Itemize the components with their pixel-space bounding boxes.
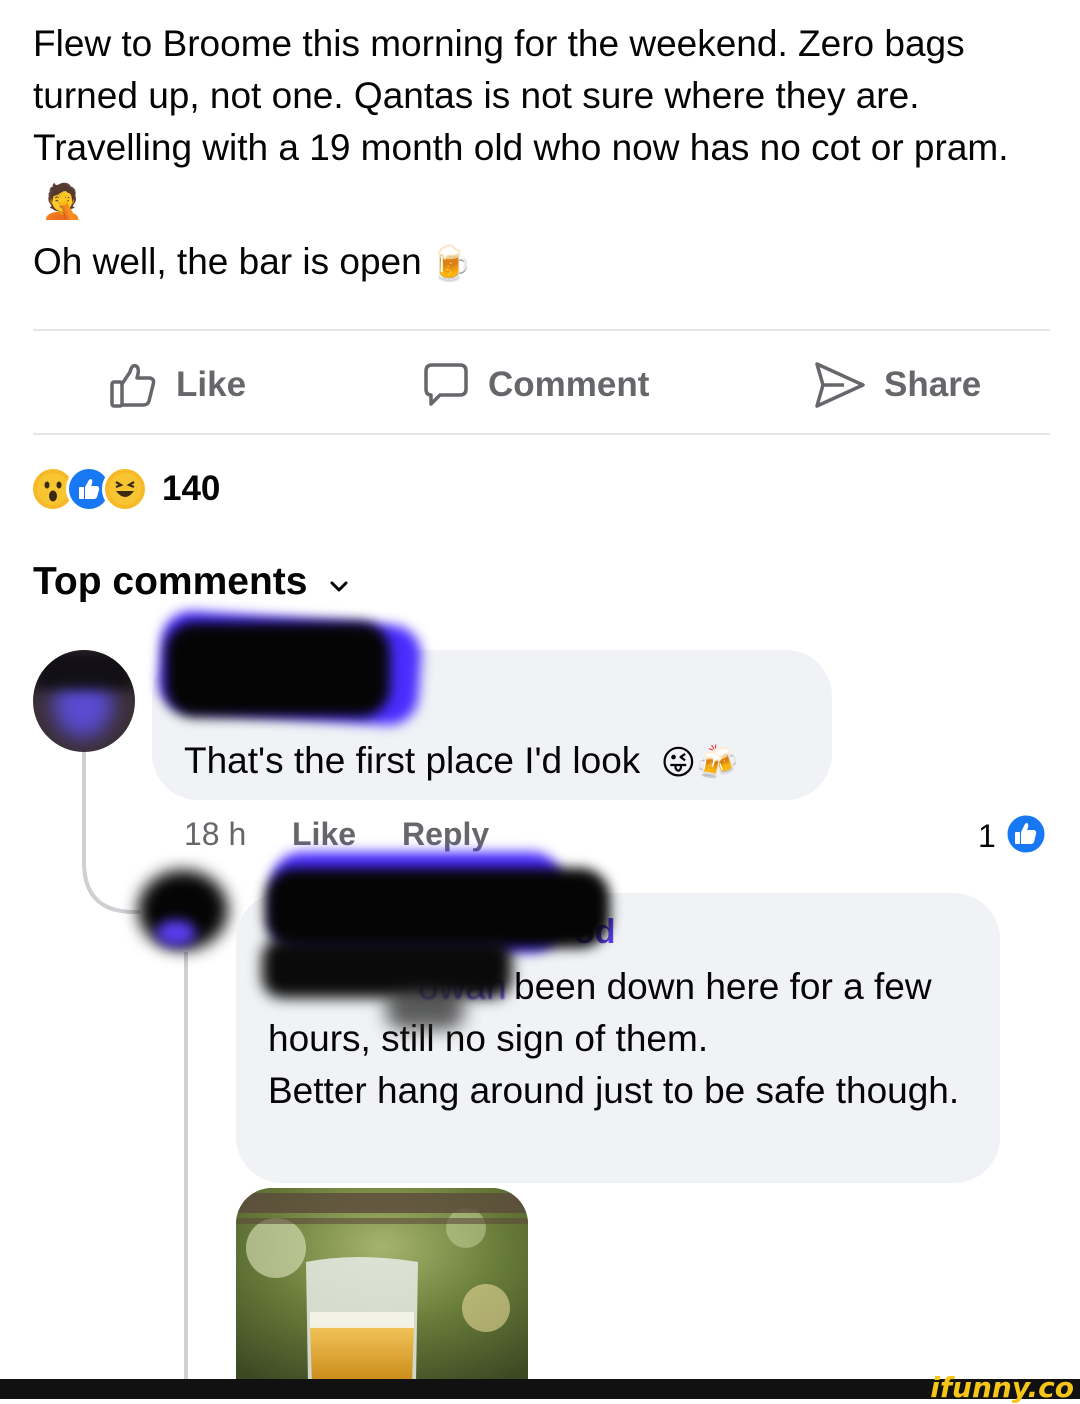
reply-text-rest: hours, still no sign of them. xyxy=(268,1018,709,1059)
mention-redaction-smudge xyxy=(385,990,465,1030)
haha-emoji-icon xyxy=(102,466,148,512)
facepalm-emoji: 🤦 xyxy=(41,182,84,223)
comment-label: Comment xyxy=(488,365,650,404)
comments-sort-label: Top comments xyxy=(33,560,308,603)
wink-beer-emoji: 😜🍻 xyxy=(660,743,739,784)
post-text-line1: Flew to Broome this morning for the week… xyxy=(33,23,1009,168)
comment-bubble-icon xyxy=(422,361,470,409)
comment-like-count[interactable]: 1 xyxy=(978,812,1048,861)
reactions-summary[interactable]: 140 xyxy=(30,466,220,512)
commenter-avatar[interactable] xyxy=(33,650,135,752)
reply-text-start: been down here for a few xyxy=(514,966,932,1007)
beer-photo-image xyxy=(236,1188,528,1383)
replier-avatar[interactable] xyxy=(118,860,228,960)
post-text-paragraph: Oh well, the bar is open 🍺 xyxy=(33,236,1053,288)
comment-reply-label: Reply xyxy=(402,816,490,852)
like-button[interactable]: Like xyxy=(108,358,246,412)
post-text-line2: Oh well, the bar is open xyxy=(33,241,422,282)
comment-button[interactable]: Comment xyxy=(422,358,649,412)
reply-photo[interactable] xyxy=(236,1188,528,1383)
avatar-hair xyxy=(33,650,135,690)
avatar-redaction-tint xyxy=(156,920,196,946)
share-arrow-icon xyxy=(814,360,866,410)
comment-like-label: Like xyxy=(292,816,357,852)
like-badge-icon xyxy=(1004,812,1048,861)
comment-text-row: That's the first place I'd look 😜🍻 xyxy=(184,742,738,780)
comment-text: That's the first place I'd look xyxy=(184,740,641,781)
thumbs-up-icon xyxy=(108,360,158,410)
name-redaction xyxy=(165,622,390,717)
watermark-bar xyxy=(0,1379,1080,1399)
post-body: Flew to Broome this morning for the week… xyxy=(33,18,1053,288)
divider xyxy=(33,329,1050,331)
comment-like-count-value: 1 xyxy=(978,818,996,854)
comment-like-link[interactable]: Like xyxy=(292,816,356,853)
post-text-paragraph: Flew to Broome this morning for the week… xyxy=(33,18,1053,226)
comment-reply-link[interactable]: Reply xyxy=(402,816,489,853)
comment-time: 18 h xyxy=(184,816,247,852)
mention-redaction xyxy=(262,938,512,998)
share-label: Share xyxy=(884,365,982,404)
share-button[interactable]: Share xyxy=(814,358,981,412)
comments-sort-dropdown[interactable]: Top comments xyxy=(33,560,349,604)
reaction-count: 140 xyxy=(162,469,221,508)
watermark-logo: ifunny.co xyxy=(930,1371,1074,1404)
chevron-down-icon xyxy=(329,560,349,604)
divider xyxy=(33,433,1050,435)
name-redaction xyxy=(265,868,610,948)
like-label: Like xyxy=(176,365,247,404)
beer-emoji: 🍺 xyxy=(429,244,473,285)
reply-text-line3: Better hang around just to be safe thoug… xyxy=(268,1070,960,1111)
